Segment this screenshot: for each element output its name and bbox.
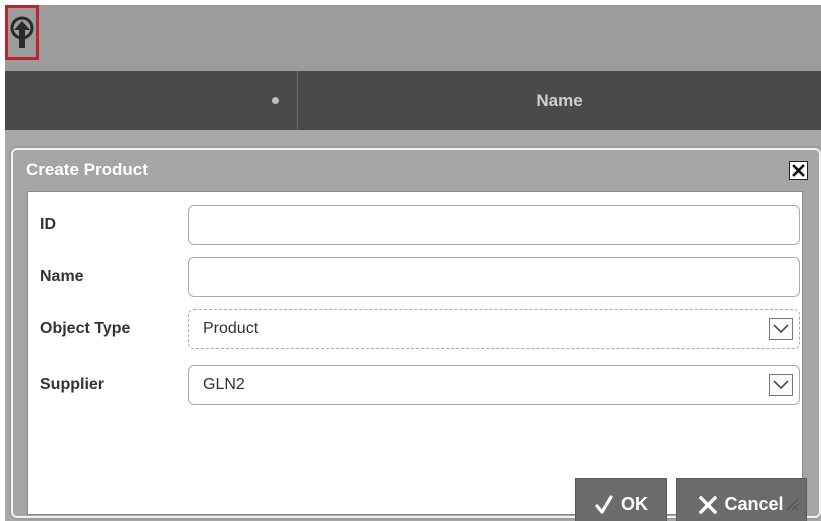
supplier-dropdown-button[interactable] bbox=[769, 374, 793, 396]
chevron-down-icon bbox=[773, 380, 789, 390]
field-row-name: Name bbox=[28, 257, 802, 297]
create-product-dialog: Create Product ID Name Object Type Produ… bbox=[11, 148, 821, 521]
cancel-label: Cancel bbox=[724, 494, 784, 514]
toolbar bbox=[5, 5, 821, 71]
field-row-supplier: Supplier GLN2 bbox=[28, 365, 802, 405]
supplier-label: Supplier bbox=[40, 376, 105, 393]
column-status[interactable] bbox=[5, 71, 298, 130]
grid-header: Name bbox=[5, 71, 821, 130]
status-dot-icon bbox=[272, 97, 279, 104]
object-type-value: Product bbox=[203, 320, 259, 337]
close-icon bbox=[792, 164, 805, 177]
object-type-label: Object Type bbox=[40, 320, 131, 337]
upload-arrow-icon bbox=[10, 16, 34, 48]
supplier-value: GLN2 bbox=[203, 376, 245, 393]
supplier-select[interactable]: GLN2 bbox=[188, 365, 800, 405]
object-type-dropdown-button[interactable] bbox=[769, 318, 793, 340]
chevron-down-icon bbox=[773, 324, 789, 334]
resize-grip-icon[interactable] bbox=[783, 495, 799, 511]
name-label: Name bbox=[40, 268, 84, 285]
object-type-select[interactable]: Product bbox=[188, 309, 800, 349]
id-label: ID bbox=[40, 216, 56, 233]
ok-label: OK bbox=[621, 494, 648, 514]
field-row-object-type: Object Type Product bbox=[28, 309, 802, 349]
checkmark-icon bbox=[594, 494, 614, 515]
close-button[interactable] bbox=[789, 161, 808, 180]
dialog-body: ID Name Object Type Product Supplier GLN… bbox=[27, 191, 807, 521]
upload-button[interactable] bbox=[5, 5, 39, 60]
column-header-name[interactable]: Name bbox=[298, 71, 821, 130]
field-row-id: ID bbox=[28, 205, 802, 245]
id-input[interactable] bbox=[188, 205, 800, 245]
name-input[interactable] bbox=[188, 257, 800, 297]
x-icon bbox=[699, 495, 718, 514]
ok-button[interactable]: OK bbox=[575, 478, 667, 521]
dialog-title: Create Product bbox=[26, 160, 148, 179]
